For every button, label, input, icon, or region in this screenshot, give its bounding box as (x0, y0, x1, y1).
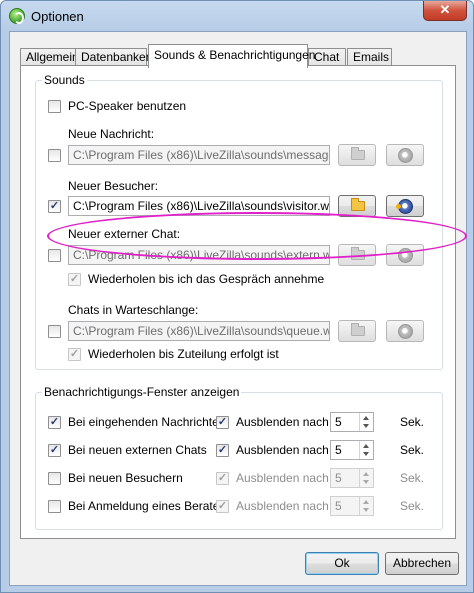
new-message-browse-button[interactable] (338, 144, 376, 166)
folder-icon (351, 147, 365, 160)
new-visitors-hide-checkbox[interactable]: ✓ (216, 472, 229, 485)
spin-arrows[interactable] (359, 413, 373, 431)
close-button[interactable]: ✕ (423, 1, 467, 21)
new-message-label: Neue Nachricht: (68, 127, 155, 141)
external-chat-repeat-label: Wiederholen bis ich das Gespräch annehme (88, 272, 325, 286)
operator-login-hide-label: Ausblenden nach (236, 499, 329, 513)
external-chat-checkbox[interactable] (48, 249, 61, 262)
cancel-button[interactable]: Abbrechen (385, 552, 459, 575)
options-window: Optionen ✕ Allgemein Datenbanken Sounds … (0, 0, 474, 593)
speaker-icon (396, 199, 413, 214)
operator-login-checkbox[interactable] (48, 500, 61, 513)
queue-checkbox[interactable] (48, 325, 61, 338)
queue-repeat-checkbox[interactable]: ✓ (68, 348, 81, 361)
new-visitors-unit: Sek. (400, 471, 425, 485)
pc-speaker-label: PC-Speaker benutzen (68, 99, 187, 113)
tab-sounds-benachrichtigungen[interactable]: Sounds & Benachrichtigungen (148, 44, 315, 68)
external-chats-hide-label: Ausblenden nach (236, 443, 329, 457)
folder-icon (351, 247, 365, 260)
folder-icon (351, 198, 365, 211)
queue-play-button[interactable] (386, 320, 424, 342)
incoming-messages-hide-label: Ausblenden nach (236, 415, 329, 429)
external-chat-play-button[interactable] (386, 244, 424, 266)
speaker-icon (398, 324, 413, 339)
new-visitor-label: Neuer Besucher: (68, 179, 159, 193)
queue-label: Chats in Warteschlange: (68, 303, 199, 317)
incoming-messages-unit: Sek. (400, 415, 425, 429)
new-message-checkbox[interactable] (48, 149, 61, 162)
spin-arrows[interactable] (359, 469, 373, 487)
operator-login-seconds-stepper[interactable]: 5 (330, 496, 374, 516)
dialog-client-area: Allgemein Datenbanken Sounds & Benachric… (9, 31, 467, 586)
queue-browse-button[interactable] (338, 320, 376, 342)
speaker-icon (398, 248, 413, 263)
incoming-messages-hide-checkbox[interactable]: ✓ (216, 416, 229, 429)
external-chat-browse-button[interactable] (338, 244, 376, 266)
new-message-path-field[interactable]: C:\Program Files (x86)\LiveZilla\sounds\… (68, 145, 330, 165)
sounds-group: Sounds PC-Speaker benutzen Neue Nachrich… (35, 73, 443, 370)
operator-login-hide-checkbox[interactable]: ✓ (216, 500, 229, 513)
notification-group-title: Benachrichtigungs-Fenster anzeigen (42, 385, 242, 399)
spin-arrows[interactable] (359, 441, 373, 459)
incoming-messages-seconds-stepper[interactable]: 5 (330, 412, 374, 432)
external-chats-seconds-stepper[interactable]: 5 (330, 440, 374, 460)
incoming-messages-checkbox[interactable]: ✓ (48, 416, 61, 429)
new-message-play-button[interactable] (386, 144, 424, 166)
queue-path-field[interactable]: C:\Program Files (x86)\LiveZilla\sounds\… (68, 321, 330, 341)
incoming-messages-label: Bei eingehenden Nachrichten (68, 415, 226, 429)
new-visitors-hide-label: Ausblenden nach (236, 471, 329, 485)
title-bar: Optionen ✕ (1, 1, 473, 31)
notification-window-group: Benachrichtigungs-Fenster anzeigen ✓ Bei… (35, 385, 443, 530)
sounds-group-title: Sounds (42, 73, 87, 87)
new-visitors-checkbox[interactable] (48, 472, 61, 485)
external-chats-unit: Sek. (400, 443, 425, 457)
operator-login-label: Bei Anmeldung eines Beraters (68, 499, 230, 513)
pc-speaker-checkbox[interactable] (48, 100, 61, 113)
new-visitor-path-field[interactable]: C:\Program Files (x86)\LiveZilla\sounds\… (68, 196, 330, 216)
spin-arrows[interactable] (359, 497, 373, 515)
external-chat-path-field[interactable]: C:\Program Files (x86)\LiveZilla\sounds\… (68, 245, 330, 265)
ok-button[interactable]: Ok (305, 552, 379, 575)
speaker-icon (398, 148, 413, 163)
operator-login-unit: Sek. (400, 499, 425, 513)
new-visitor-checkbox[interactable]: ✓ (48, 200, 61, 213)
new-visitor-play-button[interactable] (386, 195, 424, 217)
external-chats-hide-checkbox[interactable]: ✓ (216, 444, 229, 457)
livezilla-app-icon (9, 8, 25, 24)
new-visitors-seconds-stepper[interactable]: 5 (330, 468, 374, 488)
window-title: Optionen (31, 9, 84, 24)
folder-icon (351, 323, 365, 336)
new-visitors-label: Bei neuen Besuchern (68, 471, 183, 485)
external-chats-label: Bei neuen externen Chats (68, 443, 207, 457)
tab-panel-sounds: Sounds PC-Speaker benutzen Neue Nachrich… (20, 65, 467, 539)
queue-repeat-label: Wiederholen bis Zuteilung erfolgt ist (88, 347, 279, 361)
external-chat-label: Neuer externer Chat: (68, 227, 181, 241)
external-chats-checkbox[interactable]: ✓ (48, 444, 61, 457)
new-visitor-browse-button[interactable] (338, 195, 376, 217)
external-chat-repeat-checkbox[interactable]: ✓ (68, 273, 81, 286)
